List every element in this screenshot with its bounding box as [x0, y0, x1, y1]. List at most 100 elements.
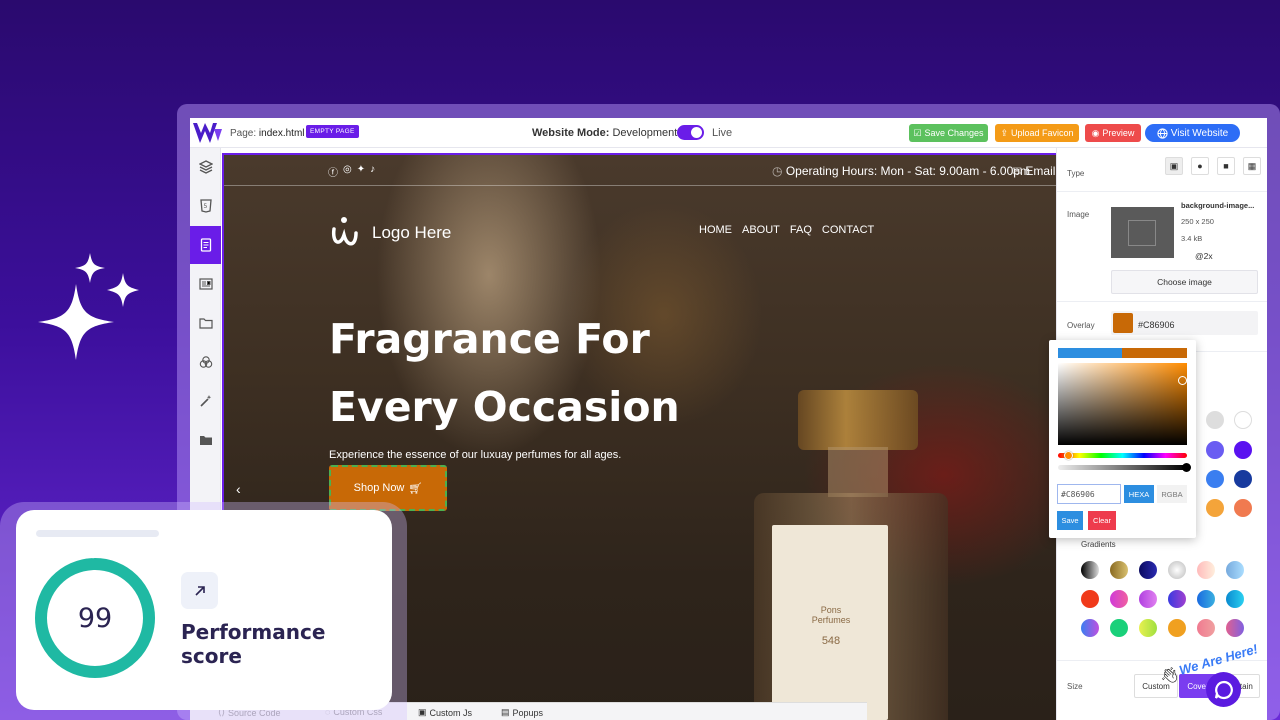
site-nav: HOME ABOUT FAQ CONTACT — [699, 224, 874, 236]
tab-custom-js[interactable]: ▣ Custom Js — [418, 707, 472, 718]
alpha-slider[interactable] — [1058, 465, 1187, 470]
preset-swatch[interactable] — [1206, 411, 1224, 429]
choose-image-button[interactable]: Choose image — [1111, 270, 1258, 294]
gradient-swatch[interactable] — [1197, 561, 1215, 579]
previous-color — [1058, 348, 1122, 358]
saturation-handle[interactable] — [1178, 376, 1187, 385]
news-icon[interactable] — [190, 265, 221, 303]
hero-subtitle: Experience the essence of our luxuay per… — [329, 449, 622, 461]
gradient-swatch[interactable] — [1168, 561, 1186, 579]
gradient-swatch[interactable] — [1110, 590, 1128, 608]
folder-open-icon[interactable] — [190, 304, 221, 342]
bottle-number: 548 — [821, 635, 841, 647]
preset-swatch[interactable] — [1206, 499, 1224, 517]
preset-swatch[interactable] — [1234, 411, 1252, 429]
mail-icon: ✉ — [1012, 164, 1023, 178]
preview-button[interactable]: ◉ Preview — [1085, 124, 1141, 142]
visit-website-button[interactable]: Visit Website — [1145, 124, 1240, 142]
preset-swatch[interactable] — [1206, 470, 1224, 488]
preset-swatch[interactable] — [1206, 441, 1224, 459]
preset-swatch[interactable] — [1234, 499, 1252, 517]
mode-toggle[interactable] — [677, 125, 704, 140]
html5-icon[interactable]: 5 — [190, 187, 221, 225]
tiktok-icon[interactable]: ♪ — [370, 164, 375, 179]
twitter-icon[interactable]: ✦ — [357, 164, 365, 179]
color-type-icon[interactable]: ● — [1191, 157, 1209, 175]
popup-icon: ▤ — [501, 707, 510, 717]
image-scale: @2x — [1195, 251, 1213, 261]
slider-prev-icon[interactable]: ‹ — [236, 481, 241, 497]
hue-slider[interactable] — [1058, 453, 1187, 458]
gradient-swatch[interactable] — [1139, 590, 1157, 608]
overlay-field[interactable] — [1111, 311, 1258, 335]
gradient-swatch[interactable] — [1168, 590, 1186, 608]
nav-contact[interactable]: CONTACT — [822, 224, 874, 236]
page-name[interactable]: index.html — [259, 128, 305, 139]
operating-hours: ◷ Operating Hours: Mon - Sat: 9.00am - 6… — [772, 164, 1030, 178]
rgba-mode-button[interactable]: RGBA — [1157, 485, 1187, 503]
nav-faq[interactable]: FAQ — [790, 224, 812, 236]
image-thumbnail[interactable] — [1111, 207, 1174, 258]
js-icon: ▣ — [418, 707, 427, 717]
hexa-mode-button[interactable]: HEXA — [1124, 485, 1154, 503]
gradient-swatch[interactable] — [1081, 561, 1099, 579]
folder-icon[interactable] — [190, 421, 221, 459]
upload-favicon-button[interactable]: ⇪ Upload Favicon — [995, 124, 1079, 142]
gradient-swatch[interactable] — [1197, 619, 1215, 637]
facebook-icon[interactable]: ⓕ — [328, 164, 338, 179]
hero-title-line-1: Fragrance For — [329, 315, 650, 363]
gradient-swatch[interactable] — [1226, 590, 1244, 608]
chat-button[interactable] — [1206, 672, 1241, 707]
overlay-swatch[interactable] — [1113, 313, 1133, 333]
gradient-swatch[interactable] — [1139, 619, 1157, 637]
layers-icon[interactable] — [190, 148, 221, 186]
gradients-label: Gradients — [1081, 540, 1116, 549]
overlay-value: #C86906 — [1138, 320, 1175, 330]
gradient-swatch[interactable] — [1110, 619, 1128, 637]
save-changes-button[interactable]: ☑ Save Changes — [909, 124, 988, 142]
gradient-swatch[interactable] — [1226, 561, 1244, 579]
image-dimensions: 250 x 250 — [1181, 217, 1214, 226]
picker-clear-button[interactable]: Clear — [1088, 511, 1116, 530]
page-icon[interactable] — [190, 226, 221, 264]
tab-popups[interactable]: ▤ Popups — [501, 707, 543, 718]
image-label: Image — [1067, 210, 1090, 219]
bottle-cap — [798, 390, 918, 450]
panel-divider — [1057, 191, 1267, 192]
grid-type-icon[interactable]: ▦ — [1243, 157, 1261, 175]
preset-swatch[interactable] — [1234, 470, 1252, 488]
gradient-swatch[interactable] — [1226, 619, 1244, 637]
performance-card: 99 Performance score — [16, 510, 392, 710]
site-logo[interactable]: Logo Here — [330, 215, 451, 251]
instagram-icon[interactable]: ◎ — [343, 164, 352, 179]
color-picker-popup: #C86906 HEXA RGBA Save Clear — [1049, 340, 1196, 538]
gradient-swatch[interactable] — [1110, 561, 1128, 579]
page-label: Page: index.html — [230, 128, 305, 139]
size-label: Size — [1067, 682, 1083, 691]
circles-icon[interactable] — [190, 343, 221, 381]
cart-icon: 🛒︎ — [408, 482, 423, 495]
alpha-handle[interactable] — [1182, 463, 1191, 472]
gradient-swatch[interactable] — [1139, 561, 1157, 579]
live-label: Live — [712, 127, 733, 139]
picker-save-button[interactable]: Save — [1057, 511, 1083, 530]
hex-input[interactable]: #C86906 — [1057, 484, 1121, 504]
shop-now-label: Shop Now — [353, 482, 405, 494]
hue-handle[interactable] — [1064, 451, 1073, 460]
arrow-up-right-icon — [181, 572, 218, 609]
image-type-icon[interactable]: ▣ — [1165, 157, 1183, 175]
solid-type-icon[interactable]: ■ — [1217, 157, 1235, 175]
logo-text: Logo Here — [372, 223, 452, 242]
nav-about[interactable]: ABOUT — [742, 224, 780, 236]
chat-icon — [1214, 680, 1233, 699]
gradient-swatch[interactable] — [1081, 590, 1099, 608]
site-topbar: ⓕ ◎ ✦ ♪ ◷ Operating Hours: Mon - Sat: 9.… — [224, 155, 1056, 186]
gradient-swatch[interactable] — [1168, 619, 1186, 637]
gradient-swatch[interactable] — [1081, 619, 1099, 637]
saturation-area[interactable] — [1058, 363, 1187, 445]
nav-home[interactable]: HOME — [699, 224, 732, 236]
magic-wand-icon[interactable] — [190, 382, 221, 420]
gradient-swatch[interactable] — [1197, 590, 1215, 608]
upload-favicon-label: Upload Favicon — [1011, 128, 1074, 138]
preset-swatch[interactable] — [1234, 441, 1252, 459]
